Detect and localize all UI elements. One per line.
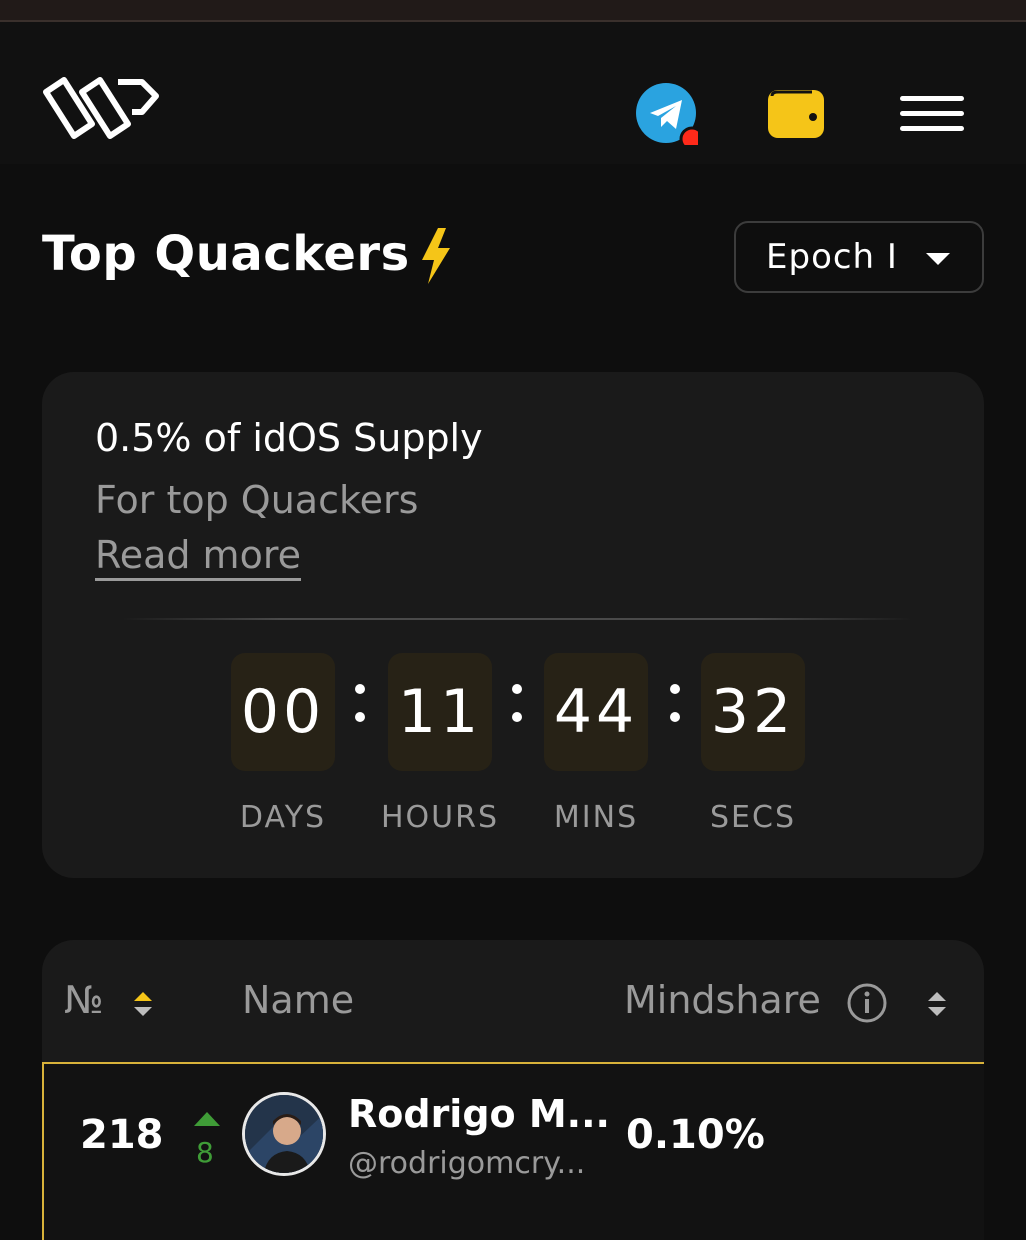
- user-display-name: Rodrigo M...: [348, 1092, 610, 1136]
- app-header: [0, 22, 1026, 164]
- table-row[interactable]: 218 8 Rodrigo M... @rodrigomcry... 0.10%: [42, 1062, 984, 1240]
- lightning-bolt-icon: [422, 228, 450, 284]
- countdown-hours-label: HOURS: [380, 800, 500, 835]
- sort-icon[interactable]: [132, 990, 154, 1018]
- colon-separator: [353, 672, 367, 732]
- leaderboard-table: № Name Mindshare 218 8 Rodrigo M... @rod…: [42, 940, 984, 1240]
- wallet-icon[interactable]: [766, 88, 826, 140]
- countdown-mins: 44: [544, 653, 648, 771]
- telegram-icon[interactable]: [636, 83, 698, 145]
- row-rank: 218: [80, 1112, 164, 1158]
- reward-card: 0.5% of idOS Supply For top Quackers Rea…: [42, 372, 984, 878]
- caret-down-icon: [926, 253, 950, 265]
- countdown-secs: 32: [701, 653, 805, 771]
- reward-subtext: For top Quackers: [95, 478, 419, 522]
- divider: [122, 618, 912, 620]
- countdown-mins-label: MINS: [553, 800, 639, 835]
- status-strip: [0, 0, 1026, 22]
- mindshare-value: 0.10%: [626, 1112, 765, 1158]
- epoch-select[interactable]: Epoch I: [734, 221, 984, 293]
- column-header-mindshare[interactable]: Mindshare: [624, 978, 821, 1022]
- brand-logo-icon[interactable]: [42, 74, 160, 140]
- read-more-link[interactable]: Read more: [95, 534, 301, 581]
- hamburger-menu-icon[interactable]: [900, 96, 964, 132]
- user-handle: @rodrigomcry...: [348, 1146, 586, 1181]
- countdown-days-label: DAYS: [239, 800, 327, 835]
- avatar[interactable]: [242, 1092, 326, 1176]
- notification-dot-icon: [679, 126, 698, 145]
- countdown-secs-label: SECS: [710, 800, 796, 835]
- epoch-select-value: Epoch I: [766, 237, 898, 277]
- countdown-days: 00: [231, 653, 335, 771]
- rank-up-arrow-icon: [194, 1112, 220, 1126]
- colon-separator: [510, 672, 524, 732]
- info-icon[interactable]: [846, 982, 888, 1024]
- page-title: Top Quackers: [42, 226, 410, 282]
- colon-separator: [668, 672, 682, 732]
- column-header-rank[interactable]: №: [64, 978, 104, 1022]
- sort-icon[interactable]: [926, 990, 948, 1018]
- countdown-hours: 11: [388, 653, 492, 771]
- column-header-name: Name: [242, 978, 355, 1022]
- rank-change: 8: [196, 1136, 214, 1169]
- reward-headline: 0.5% of idOS Supply: [95, 416, 483, 460]
